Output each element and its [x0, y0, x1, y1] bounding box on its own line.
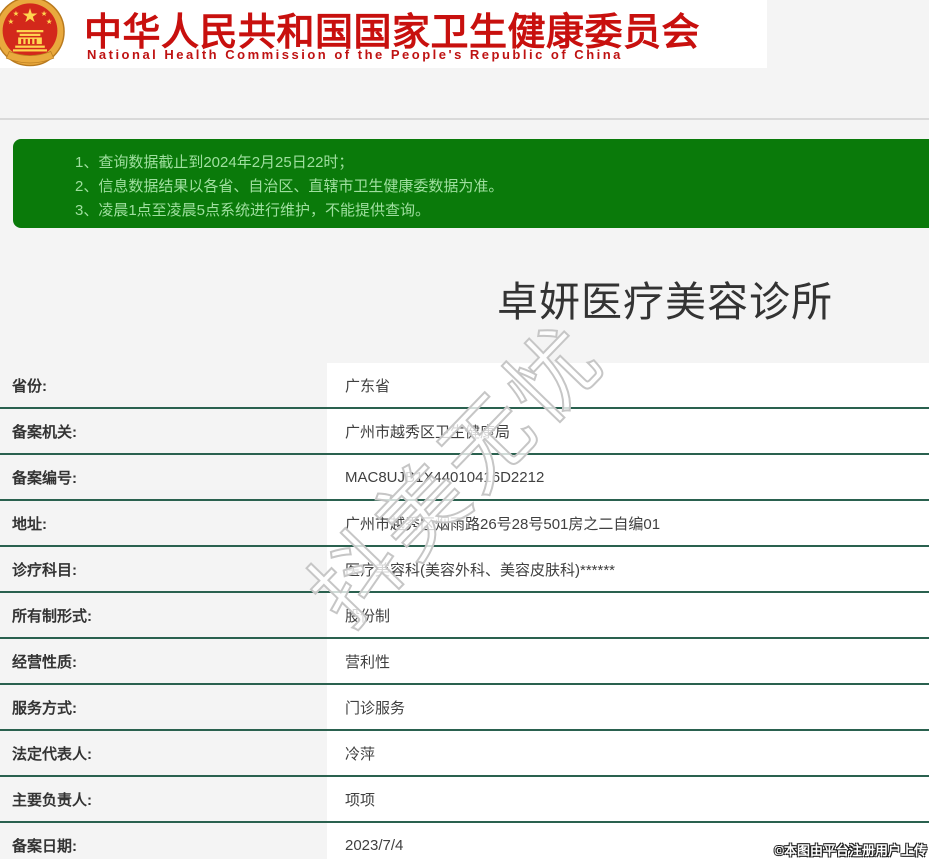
table-row: 主要负责人: 项项 [0, 777, 929, 823]
notice-line-1: 1、查询数据截止到2024年2月25日22时； [75, 154, 354, 171]
row-value: 门诊服务 [327, 685, 929, 729]
row-value: 营利性 [327, 639, 929, 683]
page: ★ ★ ★ ★ ★ 中华人民共和国国家卫生健康委员会 National Heal… [0, 0, 929, 859]
row-label: 服务方式: [12, 699, 77, 717]
row-label: 诊疗科目: [12, 561, 77, 579]
row-value: 广东省 [327, 363, 929, 407]
row-value: 项项 [327, 777, 929, 821]
row-label: 省份: [12, 377, 47, 395]
table-row: 诊疗科目: 医疗美容科(美容外科、美容皮肤科)****** [0, 547, 929, 593]
row-label: 所有制形式: [12, 607, 92, 625]
table-row: 服务方式: 门诊服务 [0, 685, 929, 731]
header-title-en: National Health Commission of the People… [87, 47, 623, 62]
row-label: 地址: [12, 515, 47, 533]
table-row: 地址: 广州市越秀区烟雨路26号28号501房之二自编01 [0, 501, 929, 547]
row-label: 备案日期: [12, 837, 77, 855]
svg-text:★: ★ [7, 17, 14, 26]
notice-box: 1、查询数据截止到2024年2月25日22时； 2、信息数据结果以各省、自治区、… [13, 139, 929, 228]
table-row: 所有制形式: 股份制 [0, 593, 929, 639]
header-divider [0, 118, 929, 120]
table-row: 备案编号: MAC8UJB1X44010416D2212 [0, 455, 929, 501]
notice-line-3: 3、凌晨1点至凌晨5点系统进行维护，不能提供查询。 [75, 202, 431, 219]
row-value: 医疗美容科(美容外科、美容皮肤科)****** [327, 547, 929, 591]
table-row: 省份: 广东省 [0, 363, 929, 409]
row-value: 股份制 [327, 593, 929, 637]
row-value: 广州市越秀区烟雨路26号28号501房之二自编01 [327, 501, 929, 545]
table-row: 法定代表人: 冷萍 [0, 731, 929, 777]
table-row: 备案机关: 广州市越秀区卫生健康局 [0, 409, 929, 455]
row-label: 备案编号: [12, 469, 77, 487]
row-value: 冷萍 [327, 731, 929, 775]
facility-name-title: 卓妍医疗美容诊所 [497, 279, 833, 325]
china-national-emblem-icon: ★ ★ ★ ★ ★ [0, 0, 65, 67]
image-credit: ©本图由平台注册用户上传 [774, 843, 927, 858]
row-value: 广州市越秀区卫生健康局 [327, 409, 929, 453]
row-value: MAC8UJB1X44010416D2212 [327, 455, 929, 499]
svg-text:★: ★ [21, 4, 38, 27]
site-header: ★ ★ ★ ★ ★ 中华人民共和国国家卫生健康委员会 National Heal… [0, 0, 767, 68]
row-label: 主要负责人: [12, 791, 92, 809]
row-label: 备案机关: [12, 423, 77, 441]
svg-text:★: ★ [46, 17, 53, 26]
notice-line-2: 2、信息数据结果以各省、自治区、直辖市卫生健康委数据为准。 [75, 178, 504, 195]
facility-table: 省份: 广东省 备案机关: 广州市越秀区卫生健康局 备案编号: MAC8UJB1… [0, 363, 929, 859]
table-row: 经营性质: 营利性 [0, 639, 929, 685]
row-label: 法定代表人: [12, 745, 92, 763]
row-label: 经营性质: [12, 653, 77, 671]
